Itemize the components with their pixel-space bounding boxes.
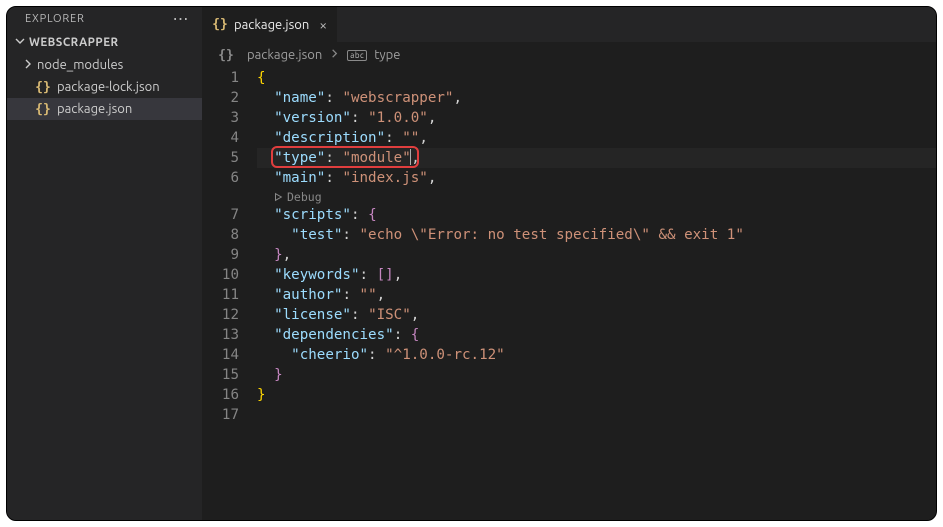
line-number: 15 [202, 365, 239, 385]
line-number: 1 [202, 68, 239, 88]
line-number: 12 [202, 305, 239, 325]
line-number: 8 [202, 225, 239, 245]
sidebar-explorer: EXPLORER ⋯ WEBSCRAPPER node_modules {} pac… [7, 7, 202, 520]
line-number: 10 [202, 265, 239, 285]
explorer-more-icon[interactable]: ⋯ [173, 14, 191, 24]
code-line[interactable]: "dependencies": { [257, 325, 936, 345]
close-icon[interactable]: × [319, 17, 327, 33]
code-line[interactable]: } [257, 365, 936, 385]
line-number: 17 [202, 405, 239, 425]
line-number: 4 [202, 128, 239, 148]
breadcrumb[interactable]: {} package.json abc type [202, 42, 936, 68]
json-file-icon: {} [35, 101, 51, 117]
json-file-icon: {} [35, 79, 51, 95]
symbol-string-icon: abc [347, 50, 367, 61]
code-line[interactable] [257, 405, 936, 425]
line-number-gutter: 1234567891011121314151617 [202, 68, 257, 520]
code-line[interactable]: "author": "", [257, 285, 936, 305]
code-line[interactable]: "scripts": { [257, 205, 936, 225]
tab-bar: {} package.json × [202, 7, 936, 42]
code-line[interactable]: "name": "webscrapper", [257, 88, 936, 108]
explorer-header: EXPLORER ⋯ [7, 7, 202, 31]
codelens-debug[interactable]: Debug [257, 188, 936, 205]
chevron-right-icon [21, 58, 35, 73]
line-number: 2 [202, 88, 239, 108]
code-line[interactable]: { [257, 68, 936, 88]
line-number: 11 [202, 285, 239, 305]
json-file-icon: {} [212, 17, 228, 33]
json-file-icon: {} [218, 47, 234, 63]
tree-file-package-lock.json[interactable]: {} package-lock.json [7, 76, 202, 98]
line-number: 6 [202, 168, 239, 188]
play-icon [273, 192, 283, 202]
code-line[interactable]: "type": "module", [257, 148, 936, 168]
editor-window: EXPLORER ⋯ WEBSCRAPPER node_modules {} pac… [6, 6, 937, 521]
line-number: 16 [202, 385, 239, 405]
line-number: 3 [202, 108, 239, 128]
code-line[interactable]: "cheerio": "^1.0.0-rc.12" [257, 345, 936, 365]
code-line[interactable]: "main": "index.js", [257, 168, 936, 188]
codelens-label: Debug [287, 187, 322, 207]
line-number: 9 [202, 245, 239, 265]
code-editor[interactable]: 1234567891011121314151617 { "name": "web… [202, 68, 936, 520]
tree-item-label: package-lock.json [57, 80, 160, 94]
line-number: 7 [202, 205, 239, 225]
tree-item-label: package.json [57, 102, 132, 116]
explorer-title: EXPLORER [25, 13, 85, 25]
breadcrumb-symbol: type [374, 48, 400, 62]
code-line[interactable]: "license": "ISC", [257, 305, 936, 325]
tab-package-json[interactable]: {} package.json × [202, 7, 338, 42]
code-line[interactable]: } [257, 385, 936, 405]
code-line[interactable]: "test": "echo \"Error: no test specified… [257, 225, 936, 245]
chevron-right-icon [329, 48, 340, 62]
chevron-down-icon [13, 35, 27, 50]
code-line[interactable]: "description": "", [257, 128, 936, 148]
project-header[interactable]: WEBSCRAPPER [7, 31, 202, 54]
code-line[interactable]: "version": "1.0.0", [257, 108, 936, 128]
code-line[interactable]: "keywords": [], [257, 265, 936, 285]
project-name: WEBSCRAPPER [29, 36, 119, 49]
tab-filename: package.json [234, 18, 309, 32]
tree-item-label: node_modules [37, 58, 123, 72]
tree-file-package.json[interactable]: {} package.json [7, 98, 202, 120]
tree-folder-node_modules[interactable]: node_modules [7, 54, 202, 76]
line-number: 14 [202, 345, 239, 365]
line-number: 13 [202, 325, 239, 345]
code-content[interactable]: { "name": "webscrapper", "version": "1.0… [257, 68, 936, 520]
breadcrumb-file: package.json [247, 48, 322, 62]
code-line[interactable]: }, [257, 245, 936, 265]
line-number: 5 [202, 148, 239, 168]
file-tree: node_modules {} package-lock.json {} package… [7, 54, 202, 120]
editor-area: {} package.json × {} package.json abc ty… [202, 7, 936, 520]
